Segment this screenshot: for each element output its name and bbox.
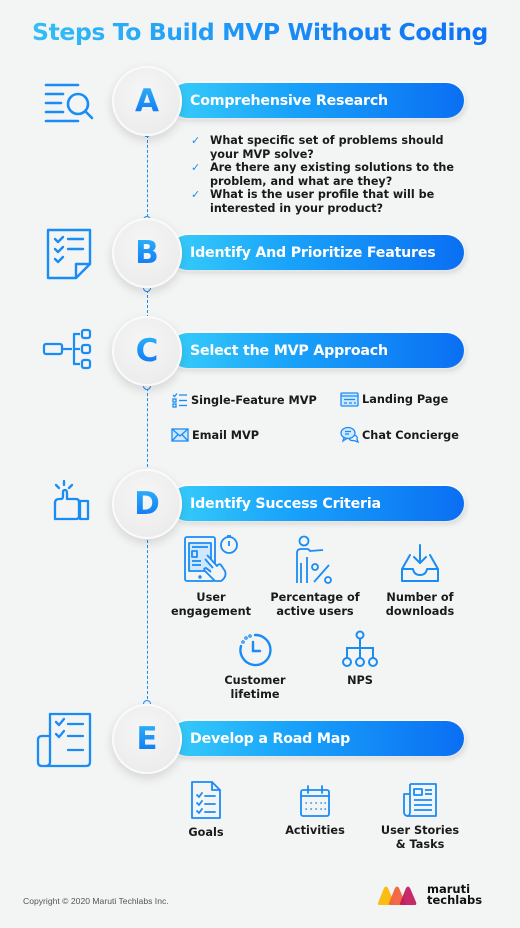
metric-label: Number of [386, 591, 454, 604]
roadmap-label: Activities [285, 824, 345, 837]
envelope-icon [171, 428, 189, 442]
step-title-bar: Comprehensive Research [170, 83, 464, 118]
page-title: Steps To Build MVP Without Coding [0, 18, 520, 46]
chat-icon [340, 426, 359, 444]
newspaper-icon [403, 783, 437, 817]
checkmark-icon: ✓ [191, 188, 201, 201]
network-icon [342, 630, 378, 667]
approach-label: Single-Feature MVP [191, 393, 317, 407]
copyright-text: Copyright © 2020 Maruti Techlabs Inc. [23, 896, 169, 906]
list-item: ✓ What is the user profile that will be … [191, 188, 461, 215]
metric-label: User [196, 591, 226, 604]
step-letter: E [136, 721, 158, 757]
step-badge: D [112, 469, 182, 539]
step-b: Identify And Prioritize Features B [0, 214, 520, 294]
step-title: Comprehensive Research [190, 92, 388, 109]
metric-label: engagement [170, 605, 252, 618]
roadmap-goals: Goals [166, 780, 246, 840]
metric-customer-lifetime: Customer lifetime [210, 632, 300, 702]
timeline-connector [147, 540, 148, 704]
logo-text-line2: techlabs [427, 893, 483, 907]
list-icon [172, 393, 187, 408]
goals-document-icon [191, 781, 221, 819]
step-letter: C [135, 333, 159, 369]
company-logo: maruti techlabs [377, 883, 483, 907]
research-questions: ✓ What specific set of problems should y… [191, 134, 461, 215]
metric-downloads: Number of downloads [375, 543, 465, 619]
metric-user-engagement: User engagement [166, 535, 256, 619]
checkmark-icon: ✓ [191, 134, 201, 147]
metric-label: NPS [347, 674, 373, 687]
metric-label: downloads [385, 605, 455, 618]
download-tray-icon [401, 544, 439, 582]
tablet-tap-icon [184, 535, 238, 582]
step-title-bar: Develop a Road Map [170, 721, 464, 756]
step-title-bar: Select the MVP Approach [170, 333, 464, 368]
metric-nps: NPS [315, 630, 405, 688]
thumbs-up-icon [52, 479, 92, 527]
browser-icon [340, 392, 359, 407]
list-item: ✓ Are there any existing solutions to th… [191, 161, 461, 188]
step-title: Select the MVP Approach [190, 342, 388, 359]
timeline-connector [147, 388, 148, 472]
bullet-text: Are there any existing solutions to the … [210, 161, 454, 188]
step-badge: B [112, 218, 182, 288]
step-title: Develop a Road Map [190, 730, 351, 747]
metric-label: active users [276, 605, 354, 618]
approach-label: Landing Page [362, 393, 449, 406]
roadmap-activities: Activities [270, 784, 360, 838]
step-a: Comprehensive Research A [0, 62, 520, 142]
step-c: Select the MVP Approach C [0, 312, 520, 392]
metric-label: Percentage of [270, 591, 360, 604]
step-title-bar: Identify And Prioritize Features [170, 235, 464, 270]
list-item: ✓ What specific set of problems should y… [191, 134, 461, 161]
step-badge: E [112, 704, 182, 774]
approach-landing-page: Landing Page [340, 392, 448, 407]
roadmap-label: Goals [188, 826, 224, 839]
step-title-bar: Identify Success Criteria [170, 486, 464, 521]
step-badge: C [112, 316, 182, 386]
scroll-checklist-icon [36, 712, 94, 772]
checklist-icon [46, 228, 92, 284]
roadmap-label: & Tasks [395, 838, 445, 851]
checkmark-icon: ✓ [191, 161, 201, 174]
step-e: Develop a Road Map E [0, 700, 520, 780]
step-letter: B [135, 235, 159, 271]
document-search-icon [40, 82, 100, 130]
approach-label: Chat Concierge [362, 428, 459, 442]
calendar-icon [300, 785, 330, 817]
step-title: Identify And Prioritize Features [190, 244, 436, 261]
step-letter: A [135, 83, 159, 119]
metric-active-users: Percentage of active users [265, 535, 365, 619]
bullet-text: What is the user profile that will be in… [210, 188, 435, 215]
timeline-connector [147, 135, 148, 217]
step-letter: D [134, 486, 160, 522]
clock-icon [239, 633, 272, 667]
approach-single-feature: Single-Feature MVP [172, 392, 317, 408]
maruti-logo-icon [377, 886, 417, 905]
step-d: Identify Success Criteria D [0, 465, 520, 545]
roadmap-user-stories: User Stories & Tasks [374, 782, 466, 852]
hierarchy-icon [42, 328, 94, 376]
step-title: Identify Success Criteria [190, 495, 381, 512]
approach-email: Email MVP [171, 428, 259, 442]
step-badge: A [112, 66, 182, 136]
approach-chat-concierge: Chat Concierge [340, 426, 459, 444]
person-percent-icon [296, 535, 332, 584]
approach-label: Email MVP [192, 428, 260, 442]
metric-label: Customer [224, 674, 286, 687]
bullet-text: What specific set of problems should you… [210, 134, 444, 161]
roadmap-label: User Stories [380, 824, 460, 837]
